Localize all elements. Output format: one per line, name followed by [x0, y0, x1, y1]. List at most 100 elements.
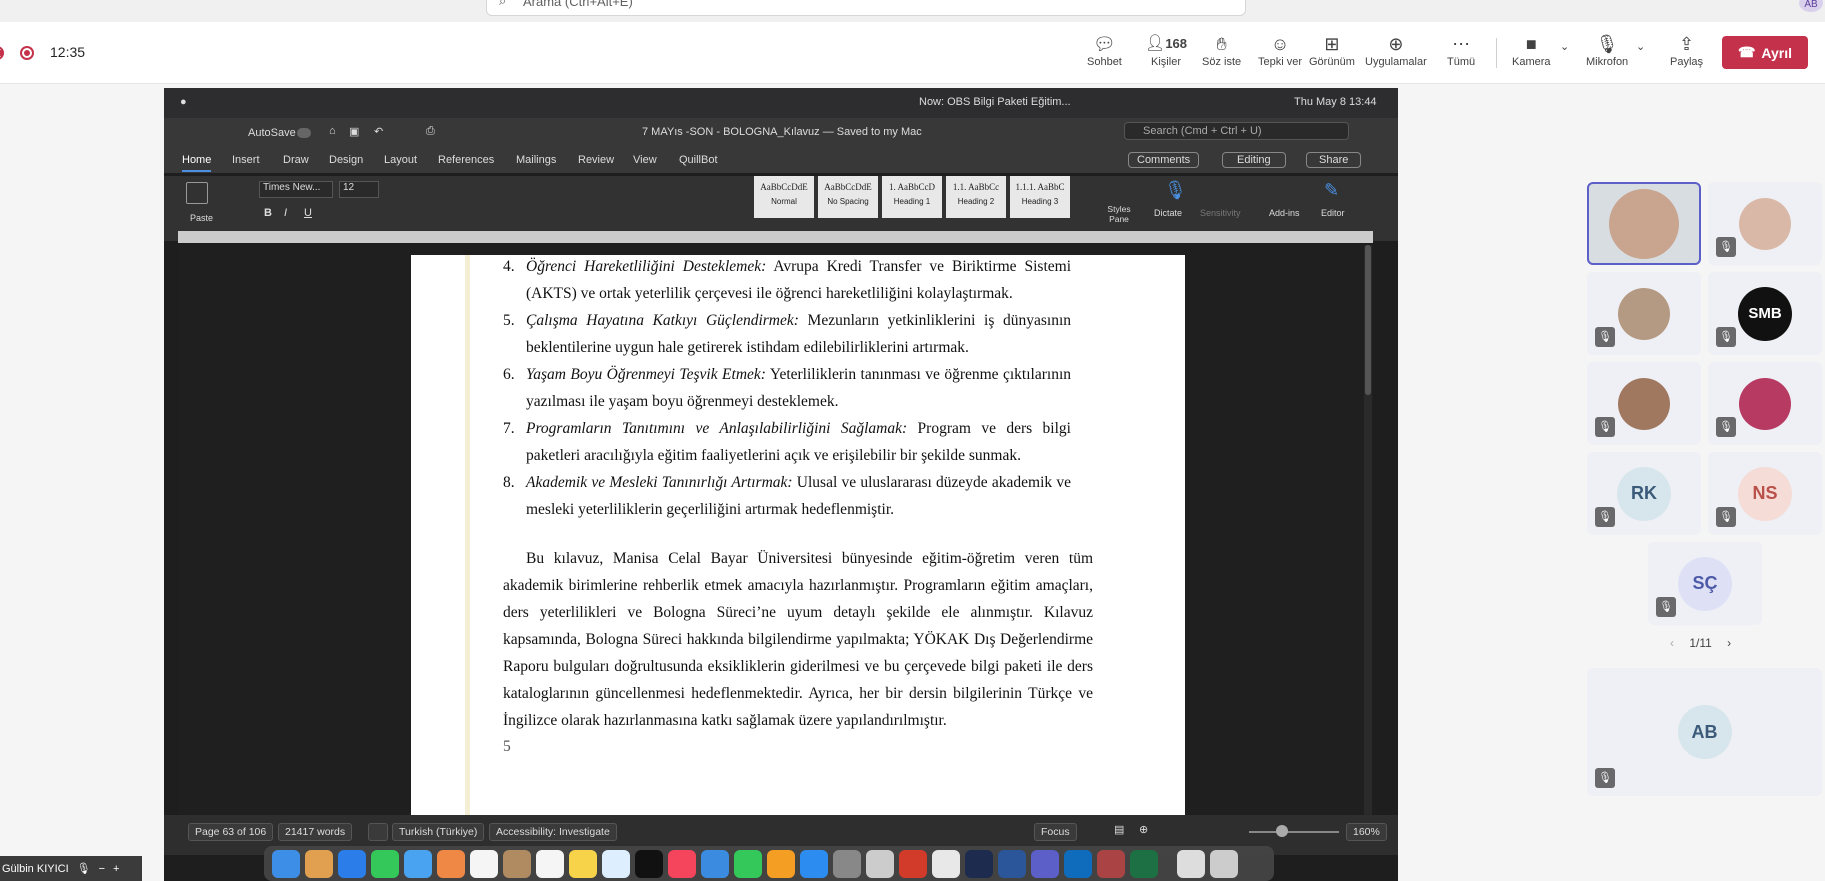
minimize-icon[interactable]: − [99, 863, 105, 875]
safari-app-icon[interactable] [338, 849, 366, 878]
photoshop-app-icon[interactable] [965, 849, 993, 878]
music-app-icon[interactable] [668, 849, 696, 878]
documents-folder-icon[interactable] [1177, 849, 1205, 878]
reminders-app-icon[interactable] [536, 849, 564, 878]
photos-app-icon[interactable] [437, 849, 465, 878]
contacts-app-icon[interactable] [503, 849, 531, 878]
tab-home[interactable]: Home [182, 154, 212, 172]
next-page-chevron-icon[interactable]: › [1727, 636, 1731, 650]
react-button[interactable]: ☺ Tepki ver [1258, 32, 1302, 68]
chat-button[interactable]: 💬︎ Sohbet [1087, 32, 1122, 68]
preview-app-icon[interactable] [866, 849, 894, 878]
calendar-app-icon[interactable] [470, 849, 498, 878]
participant-tile[interactable]: SMB 🎙︎ [1708, 272, 1822, 355]
vertical-scrollbar[interactable] [1364, 245, 1372, 815]
mail-app-icon[interactable] [404, 849, 432, 878]
raise-hand-button[interactable]: ✋︎ Söz iste [1202, 32, 1241, 68]
tab-insert[interactable]: Insert [232, 154, 260, 166]
outlook-app-icon[interactable] [1064, 849, 1092, 878]
language-indicator[interactable]: Turkish (Türkiye) [392, 823, 485, 841]
numbers-app-icon[interactable] [734, 849, 762, 878]
apps-button[interactable]: ⊕ Uygulamalar [1365, 32, 1427, 68]
font-name-select[interactable]: Times New... [259, 181, 333, 198]
focus-button[interactable]: Focus [1034, 823, 1077, 841]
keynote-app-icon[interactable] [701, 849, 729, 878]
home-icon[interactable]: ⌂ [329, 125, 336, 137]
participant-tile[interactable]: 🎙︎ [1587, 362, 1701, 445]
tab-layout[interactable]: Layout [384, 154, 417, 166]
tab-references[interactable]: References [438, 154, 494, 166]
document-page[interactable]: 4. Öğrenci Hareketliliğini Desteklemek: A… [411, 255, 1185, 825]
font-size-select[interactable]: 12 [339, 181, 379, 198]
editor-button[interactable]: Editor [1321, 208, 1345, 218]
participant-tile[interactable]: NS 🎙︎ [1708, 452, 1822, 535]
tv-app-icon[interactable] [635, 849, 663, 878]
editing-button[interactable]: Editing [1222, 152, 1286, 168]
sensitivity-button[interactable]: Sensitivity [1200, 208, 1241, 218]
word-search-input[interactable]: Search (Cmd + Ctrl + U) [1124, 122, 1349, 140]
style-heading-1[interactable]: 1. AaBbCcD Heading 1 [882, 176, 942, 218]
notes-app-icon[interactable] [569, 849, 597, 878]
freeform-app-icon[interactable] [602, 849, 630, 878]
style-heading-2[interactable]: 1.1. AaBbCc Heading 2 [946, 176, 1006, 218]
zoom-level[interactable]: 160% [1346, 823, 1387, 841]
styles-pane-button[interactable]: Styles Pane [1104, 204, 1134, 224]
user-avatar[interactable]: AB [1799, 0, 1823, 12]
tab-review[interactable]: Review [578, 154, 614, 166]
word-count[interactable]: 21417 words [278, 823, 353, 841]
chrome-app-icon[interactable] [932, 849, 960, 878]
participant-tile[interactable] [1587, 182, 1701, 265]
add-icon[interactable]: + [113, 863, 119, 875]
appstore-app-icon[interactable] [800, 849, 828, 878]
paste-button[interactable] [186, 182, 208, 204]
web-layout-icon[interactable]: ⊕ [1139, 823, 1148, 836]
tab-design[interactable]: Design [329, 154, 363, 166]
launchpad-app-icon[interactable] [305, 849, 333, 878]
trash-icon[interactable] [1210, 849, 1238, 878]
settings-app-icon[interactable] [833, 849, 861, 878]
people-button[interactable]: 👤︎168 Kişiler [1145, 32, 1187, 68]
prev-page-chevron-icon[interactable]: ‹ [1670, 636, 1674, 650]
tab-view[interactable]: View [633, 154, 657, 166]
word-app-icon[interactable] [998, 849, 1026, 878]
italic-button[interactable]: I [284, 207, 287, 219]
underline-button[interactable]: U [304, 207, 312, 219]
bold-button[interactable]: B [264, 207, 272, 219]
zoom-slider-thumb[interactable] [1276, 825, 1288, 837]
participant-tile[interactable]: SÇ 🎙︎ [1648, 542, 1762, 625]
participant-tile[interactable]: RK 🎙︎ [1587, 452, 1701, 535]
undo-icon[interactable]: ↶ [374, 125, 383, 138]
tab-mailings[interactable]: Mailings [516, 154, 556, 166]
participant-tile[interactable]: 🎙︎ [1708, 182, 1822, 265]
teams-search-input[interactable]: ⌕ Arama (Ctrl+Alt+E) [486, 0, 1246, 16]
tab-draw[interactable]: Draw [283, 154, 309, 166]
save-icon[interactable]: ▣ [349, 125, 359, 138]
accessibility-checker[interactable]: Accessibility: Investigate [489, 823, 617, 841]
style-normal[interactable]: AaBbCcDdE Normal [754, 176, 814, 218]
dictate-button[interactable]: Dictate [1154, 208, 1182, 218]
camera-button[interactable]: ■ Kamera [1512, 32, 1551, 68]
participant-tile[interactable]: 🎙︎ [1587, 272, 1701, 355]
print-icon[interactable]: ⎙ [426, 125, 435, 138]
page-indicator[interactable]: Page 63 of 106 [188, 823, 274, 841]
share-word-button[interactable]: Share [1306, 152, 1362, 168]
participant-tile[interactable]: 🎙︎ [1708, 362, 1822, 445]
tab-quillbot[interactable]: QuillBot [679, 154, 718, 166]
pages-app-icon[interactable] [767, 849, 795, 878]
camera-options-chevron-icon[interactable]: ⌄ [1560, 40, 1569, 53]
messages-app-icon[interactable] [371, 849, 399, 878]
participant-tile[interactable]: AB 🎙︎ [1587, 668, 1822, 796]
print-layout-icon[interactable]: ▤ [1114, 823, 1124, 836]
zoom-slider[interactable] [1249, 831, 1339, 833]
view-button[interactable]: ⊞ Görünüm [1309, 32, 1355, 68]
style-no-spacing[interactable]: AaBbCcDdE No Spacing [818, 176, 878, 218]
teams-app-icon[interactable] [1031, 849, 1059, 878]
style-heading-3[interactable]: 1.1.1. AaBbC Heading 3 [1010, 176, 1070, 218]
pdf-app-icon[interactable] [899, 849, 927, 878]
addins-button[interactable]: Add-ins [1269, 208, 1300, 218]
quillbot-app-icon[interactable] [1097, 849, 1125, 878]
share-button[interactable]: ⇪ Paylaş [1670, 32, 1703, 68]
proofing-icon[interactable] [368, 823, 388, 841]
mic-options-chevron-icon[interactable]: ⌄ [1636, 40, 1645, 53]
excel-app-icon[interactable] [1130, 849, 1158, 878]
